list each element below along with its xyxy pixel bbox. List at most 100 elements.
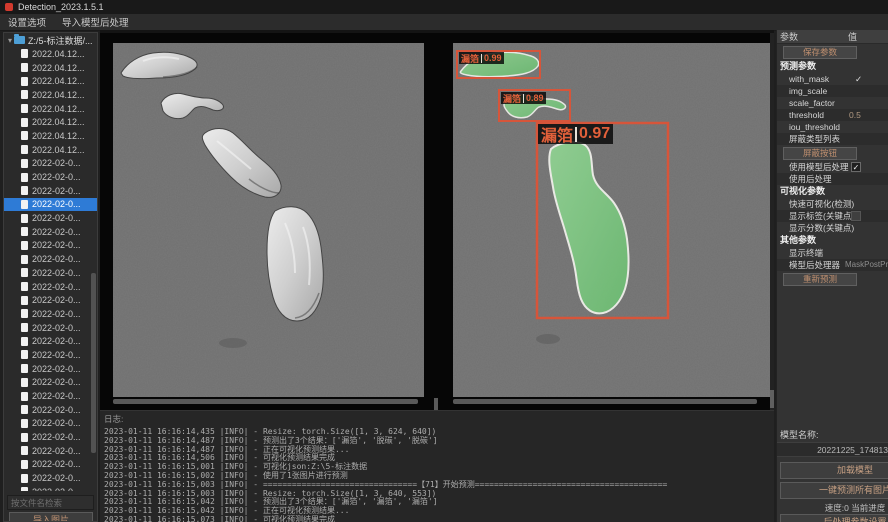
file-icon	[21, 309, 28, 318]
file-icon	[21, 296, 28, 305]
tree-item[interactable]: 2022-02-0...	[4, 321, 97, 335]
param-row[interactable]: scale_factor	[777, 97, 888, 109]
vertical-scrollbar[interactable]	[770, 33, 774, 410]
folder-icon	[14, 36, 25, 44]
tree-item[interactable]: 2022-02-0...	[4, 389, 97, 403]
tree-item[interactable]: 2022-02-0...	[4, 417, 97, 431]
file-icon	[21, 49, 28, 58]
tree-item-label: 2022-02-0...	[32, 473, 81, 483]
file-icon	[21, 173, 28, 182]
load-model-button[interactable]: 加载模型	[780, 462, 888, 479]
param-label: 使用后处理	[789, 173, 832, 185]
detection-class: 漏箔	[461, 52, 479, 65]
param-value: MaskPostPro	[845, 259, 888, 271]
file-icon	[21, 118, 28, 127]
predict-all-button[interactable]: 一键预测所有图片	[780, 482, 888, 499]
param-checkbox[interactable]: ✓	[851, 162, 861, 172]
param-row[interactable]: 显示分数(关键点)	[777, 222, 888, 234]
tree-item[interactable]: 2022-02-0...	[4, 348, 97, 362]
vertical-scrollbar-thumb[interactable]	[770, 390, 774, 408]
param-checkbox[interactable]	[851, 211, 861, 221]
tree-item[interactable]: 2022-02-0...	[4, 157, 97, 171]
tree-item[interactable]: 2022-02-0...	[4, 430, 97, 444]
param-row[interactable]: 快速可视化(检测)	[777, 198, 888, 210]
tree-item[interactable]: 2022-02-0...	[4, 362, 97, 376]
tree-item[interactable]: 2022-02-0...	[4, 225, 97, 239]
tree-item[interactable]: 2022-02-0...	[4, 307, 97, 321]
tree-item-label: 2022-02-0...	[32, 391, 81, 401]
tree-item[interactable]: 2022-02-0...	[4, 170, 97, 184]
param-value: 0.5	[849, 109, 861, 121]
prediction-image[interactable]: 漏箔0.99漏箔0.89漏箔0.97	[453, 43, 770, 397]
tree-item[interactable]: 2022-02-0...	[4, 485, 97, 491]
file-icon	[21, 186, 28, 195]
tree-scrollbar[interactable]	[91, 273, 96, 453]
tree-item[interactable]: 2022.04.12...	[4, 143, 97, 157]
tree-item[interactable]: 2022.04.12...	[4, 102, 97, 116]
file-icon	[21, 214, 28, 223]
tree-item[interactable]: 2022.04.12...	[4, 47, 97, 61]
file-icon	[21, 104, 28, 113]
param-row[interactable]: 显示终端	[777, 247, 888, 259]
tree-item[interactable]: 2022.04.12...	[4, 74, 97, 88]
tree-root-folder[interactable]: ▾ Z:/5-标注数据/...	[4, 33, 97, 47]
tree-item[interactable]: 2022-02-0...	[4, 293, 97, 307]
param-row[interactable]: 使用模型后处理✓	[777, 161, 888, 173]
param-row[interactable]: with_mask✓	[777, 73, 888, 85]
tree-item[interactable]: 2022.04.12...	[4, 61, 97, 75]
param-button[interactable]: 保存参数	[783, 46, 857, 59]
horizontal-scrollbar[interactable]	[113, 399, 418, 404]
tree-item-label: 2022-02-0...	[32, 323, 81, 333]
param-row[interactable]: threshold 0.5	[777, 109, 888, 121]
param-row[interactable]: 屏蔽类型列表	[777, 133, 888, 145]
model-name-field[interactable]: 20221225_174813	[777, 442, 888, 457]
param-button[interactable]: 重新预测	[783, 273, 857, 286]
value-column-header: 值	[848, 30, 857, 43]
tree-item[interactable]: 2022-02-0...	[4, 280, 97, 294]
param-row[interactable]: 模型后处理器MaskPostPro	[777, 259, 888, 271]
tree-item[interactable]: 2022-02-0...	[4, 184, 97, 198]
file-icon	[21, 405, 28, 414]
tree-item[interactable]: 2022-02-0...	[4, 444, 97, 458]
file-icon	[21, 364, 28, 373]
tree-item[interactable]: 2022-02-0...	[4, 458, 97, 472]
param-row[interactable]: img_scale	[777, 85, 888, 97]
param-row[interactable]: 使用后处理	[777, 173, 888, 185]
horizontal-scrollbar[interactable]	[453, 399, 757, 404]
tree-item-label: 2022-02-0...	[32, 158, 81, 168]
tree-item[interactable]: 2022.04.12...	[4, 129, 97, 143]
file-icon	[21, 487, 28, 491]
tree-item-label: 2022.04.12...	[32, 131, 85, 141]
tree-item-label: 2022-02-0...	[32, 336, 81, 346]
tree-item[interactable]: 2022-02-0...	[4, 403, 97, 417]
param-label: threshold	[789, 109, 824, 121]
tree-item[interactable]: 2022-02-0...	[4, 252, 97, 266]
tree-item[interactable]: 2022-02-0...	[4, 266, 97, 280]
param-row[interactable]: iou_threshold	[777, 121, 888, 133]
tree-item[interactable]: 2022-02-0...	[4, 211, 97, 225]
menu-item-0[interactable]: 设置选项	[8, 15, 46, 29]
param-row[interactable]: 显示标签(关键点)	[777, 210, 888, 222]
tree-item[interactable]: 2022-02-0...	[4, 334, 97, 348]
import-images-button[interactable]: 导入图片	[9, 512, 93, 522]
menu-bar: 设置选项 导入模型后处理	[0, 14, 888, 31]
tree-item[interactable]: 2022-02-0...	[4, 198, 97, 212]
tree-item-label: 2022-02-0...	[32, 405, 81, 415]
chevron-down-icon[interactable]: ▾	[8, 36, 12, 45]
tree-item[interactable]: 2022-02-0...	[4, 376, 97, 390]
menu-item-1[interactable]: 导入模型后处理	[62, 15, 129, 29]
tree-item[interactable]: 2022.04.12...	[4, 88, 97, 102]
app-icon	[5, 3, 13, 11]
param-label: 显示标签(关键点)	[789, 210, 854, 222]
postprocess-config-button[interactable]: 后处理参数设置	[780, 514, 888, 522]
tree-item[interactable]: 2022.04.12...	[4, 115, 97, 129]
original-image[interactable]	[113, 43, 424, 397]
tree-item[interactable]: 2022-02-0...	[4, 239, 97, 253]
log-panel[interactable]: 日志: 2023-01-11 16:16:14,435 |INFO| - Res…	[100, 410, 774, 522]
tree-root-label: Z:/5-标注数据/...	[28, 34, 93, 47]
param-button[interactable]: 屏蔽按钮	[783, 147, 857, 160]
log-title: 日志:	[104, 413, 774, 425]
search-input[interactable]	[7, 495, 94, 510]
param-label: 屏蔽类型列表	[789, 133, 840, 145]
tree-item[interactable]: 2022-02-0...	[4, 471, 97, 485]
